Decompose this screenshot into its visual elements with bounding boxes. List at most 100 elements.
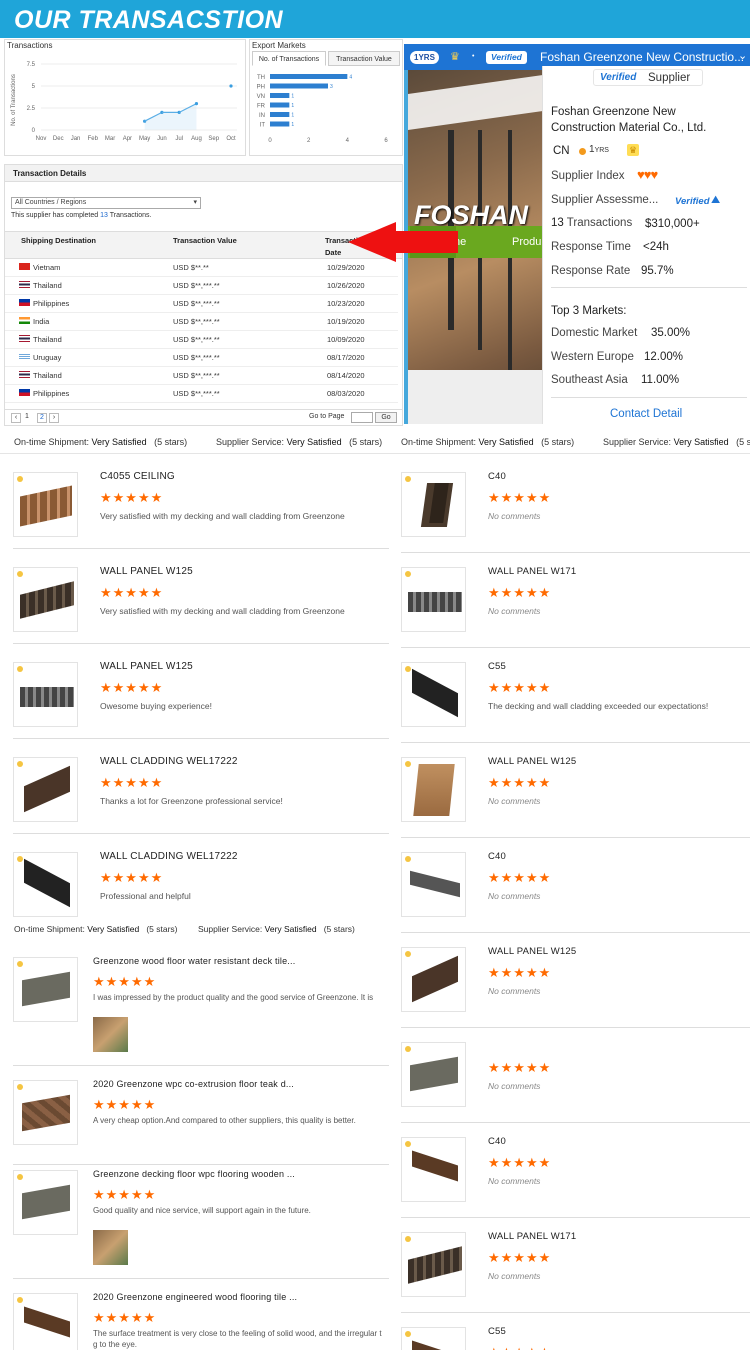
data-point[interactable] (194, 102, 199, 106)
product-thumbnail[interactable] (401, 947, 466, 1012)
goto-page-input[interactable] (351, 412, 373, 423)
product-thumbnail[interactable] (13, 567, 78, 632)
supplier-index-hearts-icon: ♥♥♥ (637, 167, 658, 182)
product-name[interactable]: C55 (488, 661, 506, 672)
goto-page-label: Go to Page (309, 413, 345, 420)
bar[interactable] (270, 83, 328, 89)
product-thumbnail[interactable] (401, 472, 466, 537)
product-name[interactable]: WALL PANEL W125 (100, 566, 193, 577)
review-comment: Good quality and nice service, will supp… (93, 1206, 311, 1215)
review-divider (401, 1122, 750, 1123)
market-pct: 11.00% (641, 374, 680, 386)
details-table-header: Shipping Destination Transaction Value T… (5, 231, 402, 259)
tab-no-of-transactions[interactable]: No. of Transactions (252, 51, 326, 66)
row-date: 10/23/2020 (327, 299, 365, 308)
review-comment: No comments (488, 796, 541, 806)
product-name[interactable]: WALL PANEL W171 (488, 1231, 576, 1242)
years-dot-icon (579, 148, 586, 155)
product-thumbnail[interactable] (401, 662, 466, 727)
row-value: USD $**,***.** (173, 389, 220, 398)
transactions-stat-label: Transactions (563, 217, 633, 229)
bar[interactable] (270, 121, 290, 127)
nav-products[interactable]: Produ (512, 236, 541, 248)
product-thumbnail[interactable] (13, 1170, 78, 1235)
product-name[interactable]: WALL CLADDING WEL17222 (100, 756, 238, 767)
product-name[interactable]: 2020 Greenzone engineered wood flooring … (93, 1292, 297, 1302)
transaction-details-panel: Transaction Details All Countries / Regi… (4, 164, 403, 426)
product-name[interactable]: WALL PANEL W125 (488, 946, 576, 957)
bar[interactable] (270, 102, 290, 108)
product-thumbnail[interactable] (401, 1327, 466, 1350)
product-thumbnail[interactable] (13, 472, 78, 537)
product-thumbnail[interactable] (401, 757, 466, 822)
product-thumbnail[interactable] (13, 662, 78, 727)
product-thumbnail[interactable] (13, 1080, 78, 1145)
product-name[interactable]: WALL CLADDING WEL17222 (100, 851, 238, 862)
star-rating-icon: ★★★★★ (100, 775, 164, 790)
review-photo[interactable] (93, 1230, 128, 1265)
product-thumbnail[interactable] (401, 1137, 466, 1202)
contact-detail-link[interactable]: Contact Detail (610, 408, 682, 420)
data-point[interactable] (229, 84, 233, 88)
shipment-rating: On-time Shipment: Very Satisfied (5 star… (401, 437, 574, 447)
x-tick-label: Aug (191, 136, 202, 142)
product-name[interactable]: 2020 Greenzone wpc co-extrusion floor te… (93, 1079, 294, 1089)
service-value: Very Satisfied (286, 437, 342, 447)
market-pct: 12.00% (644, 351, 684, 363)
assessment-label[interactable]: Supplier Assessme... (551, 194, 658, 206)
pager-page-2[interactable]: 2 (37, 413, 47, 423)
product-name[interactable]: C4055 CEILING (100, 471, 175, 482)
flag-icon (19, 263, 30, 270)
x-tick-label: Jul (175, 136, 183, 142)
flag-icon (19, 281, 30, 288)
tab-transaction-value[interactable]: Transaction Value (328, 51, 400, 66)
bar[interactable] (270, 74, 348, 79)
pager-next[interactable]: › (49, 413, 59, 423)
bar[interactable] (270, 112, 290, 117)
product-thumbnail[interactable] (13, 957, 78, 1022)
row-value: USD $**,***.** (173, 335, 220, 344)
product-thumbnail[interactable] (13, 852, 78, 917)
table-row: Thailand USD $**,***.** 08/14/2020 (5, 367, 398, 385)
row-country: Philippines (33, 389, 70, 398)
service-rating: Supplier Service: Very Satisfied (5 star… (198, 924, 355, 934)
company-header-name[interactable]: Foshan Greenzone New Constructio... (540, 50, 744, 64)
x-tick-label: 4 (346, 138, 350, 144)
product-thumbnail[interactable] (13, 757, 78, 822)
review-comment: The surface treatment is very close to t… (93, 1329, 382, 1338)
shipment-stars-text: (5 stars) (154, 437, 188, 447)
review-divider (13, 548, 389, 549)
product-name[interactable]: C40 (488, 471, 506, 482)
product-name[interactable]: Greenzone wood floor water resistant dec… (93, 956, 295, 966)
product-thumbnail[interactable] (13, 1293, 78, 1350)
product-name[interactable]: WALL PANEL W171 (488, 566, 576, 577)
shipment-value: Very Satisfied (91, 437, 147, 447)
product-name[interactable]: C40 (488, 851, 506, 862)
product-name[interactable]: WALL PANEL W125 (488, 756, 576, 767)
review-photo[interactable] (93, 1017, 128, 1052)
bar[interactable] (270, 93, 290, 98)
pager-page-1[interactable]: 1 (25, 413, 29, 420)
product-thumbnail[interactable] (401, 1232, 466, 1297)
product-thumbnail[interactable] (401, 1042, 466, 1107)
product-thumbnail[interactable] (401, 852, 466, 917)
flag-icon (19, 317, 30, 324)
star-rating-icon: ★★★★★ (488, 680, 552, 695)
product-name[interactable]: Greenzone decking floor wpc flooring woo… (93, 1169, 295, 1179)
shipment-value: Very Satisfied (478, 437, 534, 447)
x-tick-label: 0 (268, 138, 272, 144)
rating-bar-2: On-time Shipment: Very Satisfied (5 star… (0, 919, 400, 941)
product-name[interactable]: C55 (488, 1326, 506, 1337)
response-rate-label: Response Rate (551, 265, 631, 277)
transactions-panel-title: Transactions (7, 41, 53, 50)
transactions-summary: This supplier has completed 13 Transacti… (11, 212, 151, 219)
product-thumbnail[interactable] (401, 567, 466, 632)
table-row: Thailand USD $**,***.** 10/26/2020 (5, 277, 398, 295)
product-name[interactable]: WALL PANEL W125 (100, 661, 193, 672)
service-label: Supplier Service: (603, 437, 672, 447)
go-button[interactable]: Go (375, 412, 397, 423)
pager-prev[interactable]: ‹ (11, 413, 21, 423)
chevron-down-icon[interactable]: ⌄ (738, 49, 747, 62)
country-region-select[interactable]: All Countries / Regions ▾ (11, 197, 201, 209)
product-name[interactable]: C40 (488, 1136, 506, 1147)
